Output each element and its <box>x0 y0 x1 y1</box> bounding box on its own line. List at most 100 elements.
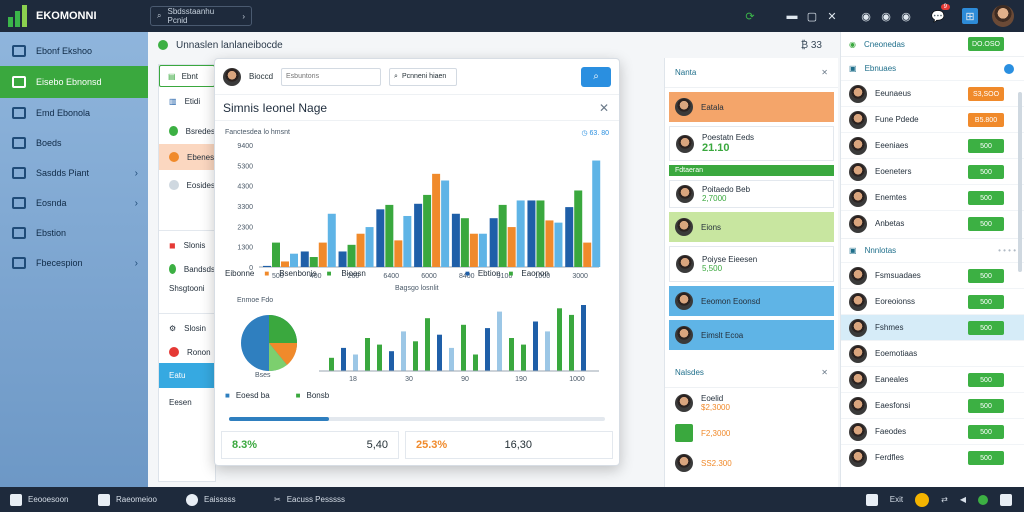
list-item[interactable]: Eeeniaes 500 <box>841 132 1024 158</box>
list-item[interactable]: Fsmsuadaes 500 <box>841 262 1024 288</box>
notification-bell-icon[interactable]: 💬 9 <box>930 4 950 24</box>
sidebar-item-5[interactable]: Eosnda › <box>0 188 148 218</box>
top-search-box[interactable]: ⌕ Sbdsstaanhu Pcnid › <box>150 6 252 26</box>
bottom-item[interactable]: ✂ Eacuss Pesssss <box>264 495 384 504</box>
row-label: Eatu <box>169 371 186 380</box>
list-item[interactable]: Eeomon Eoonsd <box>669 286 834 316</box>
list-item[interactable]: Eoemotiaas <box>841 340 1024 366</box>
window-icon[interactable] <box>865 493 878 506</box>
value-button[interactable]: 500 <box>968 295 1004 309</box>
exit-label[interactable]: Exit <box>890 495 903 504</box>
window-icon[interactable] <box>1000 493 1012 506</box>
user-search-button[interactable]: ⌕ <box>581 66 611 87</box>
list-item[interactable]: Eaesfonsi 500 <box>841 392 1024 418</box>
list-item[interactable]: Fdtaeran <box>669 165 834 176</box>
bar <box>574 190 583 267</box>
value-button[interactable]: 500 <box>968 399 1004 413</box>
value-button[interactable]: 500 <box>968 269 1004 283</box>
value-button[interactable]: 500 <box>968 139 1004 153</box>
window-icon[interactable]: ▢ <box>804 8 820 24</box>
bar <box>309 257 318 267</box>
value-button[interactable]: 500 <box>968 373 1004 387</box>
modal-scrollbar[interactable] <box>229 417 605 421</box>
bar <box>489 218 498 267</box>
value-button[interactable]: B5.800 <box>968 113 1004 127</box>
list-item[interactable]: Eatala <box>669 92 834 122</box>
list-item[interactable]: Eoreoionss 500 <box>841 288 1024 314</box>
item-name: Eoreoionss <box>875 297 916 306</box>
report-modal: Bioccd ⌕ Pcnneni hiaen ⌕ Simnis Ieonel N… <box>214 58 620 466</box>
doc-icon <box>675 424 693 442</box>
sidebar-item-label: Boeds <box>36 138 62 148</box>
user-avatar[interactable] <box>223 67 241 86</box>
chart-icon: ▥ <box>169 97 177 106</box>
bar <box>545 331 550 371</box>
list-item[interactable]: Poestatn Eeds 21.10 <box>669 126 834 161</box>
value-button[interactable]: 500 <box>968 191 1004 205</box>
refresh-icon[interactable] <box>1004 63 1014 74</box>
list-item[interactable]: Fune Pdede B5.800 <box>841 106 1024 132</box>
value-button[interactable]: S3,SOO <box>968 87 1004 101</box>
value-button[interactable]: 500 <box>968 321 1004 335</box>
sync-icon[interactable]: ⟳ <box>742 8 758 24</box>
top-value-button[interactable]: DO.OSO <box>968 37 1004 51</box>
avatar <box>675 292 693 310</box>
bar <box>536 200 545 267</box>
close-icon[interactable]: ✕ <box>821 368 828 377</box>
link-icon[interactable]: ⇄ <box>941 495 948 504</box>
list-item[interactable]: Fshmes 500 <box>841 314 1024 340</box>
list-item[interactable]: Enemtes 500 <box>841 184 1024 210</box>
clock-icon[interactable]: ◉ <box>858 8 874 24</box>
sidebar-item-7[interactable]: Fbecespion › <box>0 248 148 278</box>
volume-icon[interactable]: ◀ <box>960 495 966 504</box>
avatar <box>849 84 867 103</box>
list-item[interactable]: Eaneales 500 <box>841 366 1024 392</box>
list-item[interactable]: Poitaedo Beb 2,7000 <box>669 180 834 208</box>
filter-dropdown[interactable]: ⌕ Pcnneni hiaen <box>389 67 458 86</box>
close-icon[interactable]: ✕ <box>824 8 840 24</box>
list-item[interactable]: Ferdfles 500 <box>841 444 1024 470</box>
help-icon[interactable]: ◉ <box>898 8 914 24</box>
panel-title: Nanta <box>675 68 697 77</box>
chart1-controls[interactable]: ◷ 63. 80 <box>581 129 609 137</box>
sidebar-item-3[interactable]: Boeds <box>0 128 148 158</box>
modal-close-icon[interactable]: ✕ <box>599 101 609 115</box>
bottom-item[interactable]: Eaisssss <box>176 493 264 506</box>
bottom-item[interactable]: Raeomeioo <box>88 493 176 506</box>
close-icon[interactable]: ✕ <box>821 68 828 77</box>
sidebar-item-0[interactable]: Ebonf Ekshoo <box>0 36 148 66</box>
sidebar-item-6[interactable]: Ebstion <box>0 218 148 248</box>
value-button[interactable]: 500 <box>968 217 1004 231</box>
app-logo[interactable]: EKOMONNI <box>0 0 148 32</box>
list-item[interactable]: Eoelid $2,3000 <box>665 388 838 418</box>
avatar <box>676 185 694 203</box>
list-item[interactable]: Eoeneters 500 <box>841 158 1024 184</box>
value-button[interactable]: 500 <box>968 165 1004 179</box>
status-icon[interactable] <box>978 494 988 505</box>
coin-icon[interactable] <box>915 492 930 507</box>
bar <box>569 314 574 371</box>
list-item[interactable]: Eeunaeus S3,SOO <box>841 80 1024 106</box>
info-icon[interactable]: ◉ <box>878 8 894 24</box>
sidebar-item-2[interactable]: Emd Ebonola <box>0 98 148 128</box>
pagination-dots[interactable]: • • • • <box>998 246 1016 255</box>
value-button[interactable]: 500 <box>968 425 1004 439</box>
list-item[interactable]: Poiyse Eieesen 5,500 <box>669 246 834 282</box>
list-item[interactable]: Anbetas 500 <box>841 210 1024 236</box>
sidebar-item-4[interactable]: Sasdds Piant › <box>0 158 148 188</box>
list-item[interactable]: Faeodes 500 <box>841 418 1024 444</box>
right-scrollbar[interactable] <box>1018 92 1022 272</box>
minimize-icon[interactable]: ▬ <box>784 8 800 24</box>
user-avatar[interactable] <box>992 5 1014 27</box>
modal-search-input[interactable] <box>281 67 382 86</box>
list-item[interactable]: F2,3000 <box>665 418 838 448</box>
sidebar-item-1[interactable]: Eisebo Ebnonsd <box>0 66 148 98</box>
list-item[interactable]: Eimslt Ecoa <box>669 320 834 350</box>
value-button[interactable]: 500 <box>968 451 1004 465</box>
list-item[interactable]: Eions <box>669 212 834 242</box>
list-item[interactable]: SS2.300 <box>665 448 838 478</box>
tab-ebnt[interactable]: ▤ Ebnt <box>159 65 215 87</box>
bar <box>353 354 358 371</box>
apps-icon[interactable]: ⊞ <box>962 8 978 24</box>
bottom-item[interactable]: Eeooesoon <box>0 493 88 506</box>
